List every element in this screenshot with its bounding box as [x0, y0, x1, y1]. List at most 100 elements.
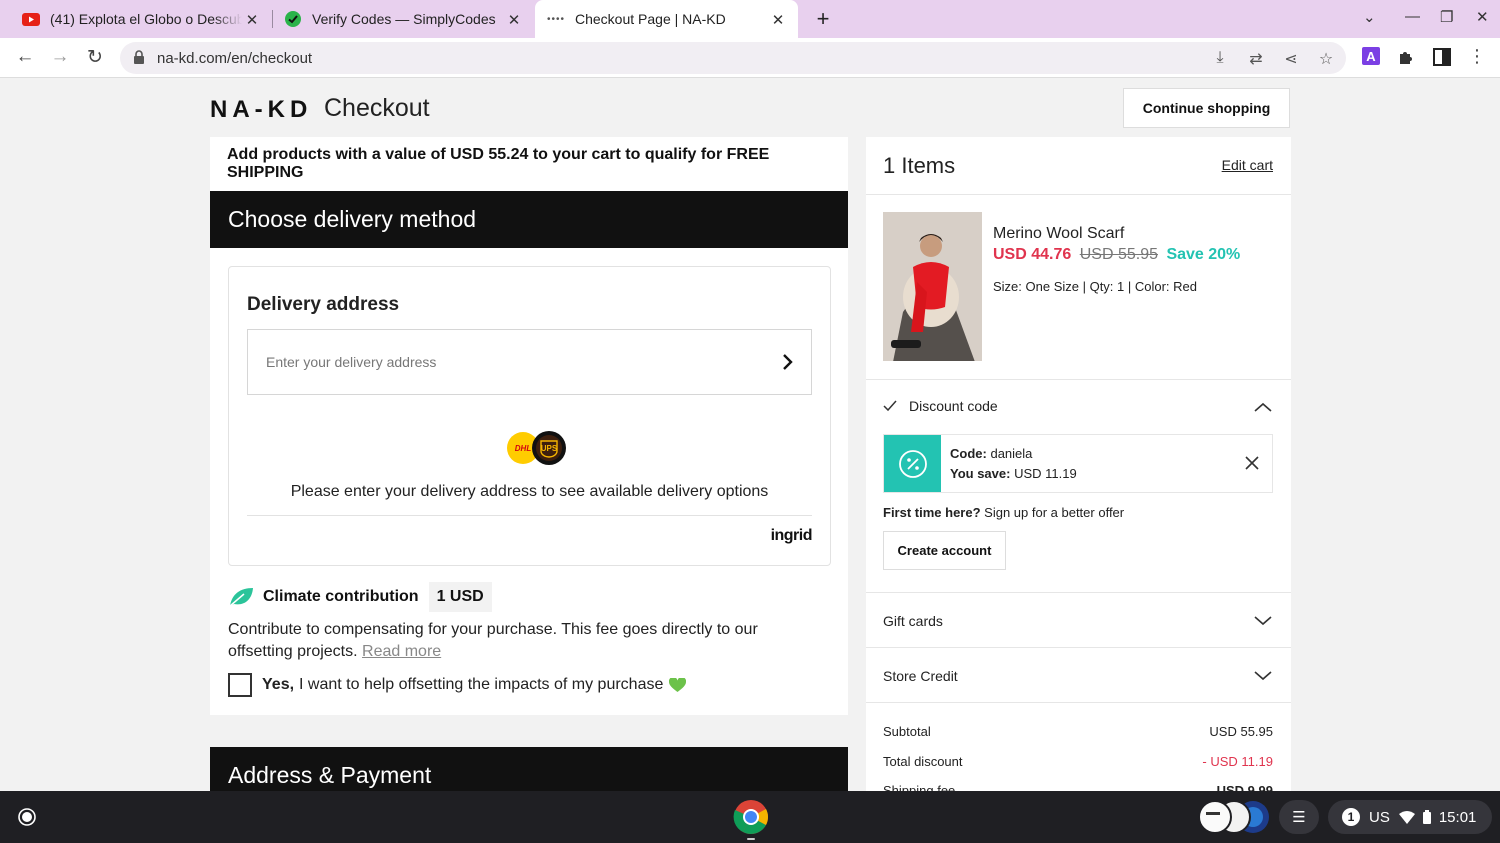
delivery-column: Add products with a value of USD 55.24 t…	[210, 137, 848, 791]
tab-checkout-active[interactable]: •••• Checkout Page | NA-KD ✕	[535, 0, 798, 38]
climate-checkbox[interactable]	[228, 673, 252, 697]
keyboard-layout: US	[1369, 808, 1390, 826]
delivery-method-heading: Choose delivery method	[210, 191, 848, 248]
share-icon[interactable]: ⋖	[1281, 49, 1301, 69]
sale-price: USD 44.76	[993, 246, 1072, 263]
minimize-icon[interactable]: —	[1405, 8, 1420, 25]
running-indicator	[747, 838, 755, 840]
close-icon[interactable]: ✕	[506, 11, 522, 29]
store-credit-accordion[interactable]: Store Credit	[866, 648, 1291, 703]
product-name[interactable]: Merino Wool Scarf	[993, 225, 1124, 243]
edit-cart-link[interactable]: Edit cart	[1222, 157, 1273, 173]
close-icon[interactable]: ✕	[244, 11, 260, 29]
simplycodes-icon	[284, 10, 302, 28]
free-shipping-banner: Add products with a value of USD 55.24 t…	[210, 137, 848, 191]
gift-cards-label: Gift cards	[883, 613, 943, 629]
svg-text:UPS: UPS	[541, 444, 558, 453]
restore-icon[interactable]: ❐	[1440, 8, 1453, 26]
climate-contribution: Climate contribution 1 USD Contribute to…	[228, 581, 828, 697]
clipboard-icon[interactable]: ☰	[1279, 800, 1319, 834]
browser-tab-strip: (41) Explota el Globo o Descubre ✕ Verif…	[0, 0, 1500, 38]
ups-logo-icon: UPS	[532, 431, 566, 465]
page-title: Checkout	[324, 94, 430, 122]
tab-search-icon[interactable]: ⌄	[1363, 8, 1376, 26]
address-bar[interactable]: na-kd.com/en/checkout ⤓ ⇄ ⋖ ☆	[120, 42, 1346, 74]
extensions-puzzle-icon[interactable]	[1397, 47, 1417, 67]
new-tab-icon[interactable]: +	[812, 6, 834, 32]
leaf-icon	[229, 588, 253, 607]
climate-description: Contribute to compensating for your purc…	[228, 621, 758, 660]
nakd-logo[interactable]: NA-KD	[210, 96, 312, 124]
green-heart-icon	[669, 677, 687, 692]
svg-text:DHL: DHL	[515, 444, 532, 453]
url-text: na-kd.com/en/checkout	[157, 50, 313, 67]
forward-icon[interactable]: →	[48, 46, 72, 68]
subtotal-row: Subtotal USD 55.95	[883, 724, 1273, 739]
chrome-icon[interactable]	[733, 799, 769, 835]
cart-item: Merino Wool Scarf USD 44.76 USD 55.95 Sa…	[866, 195, 1291, 380]
total-discount-row: Total discount - USD 11.19	[883, 754, 1273, 769]
read-more-link[interactable]: Read more	[362, 643, 441, 660]
carrier-logos: DHL UPS	[507, 431, 566, 465]
tab-title: (41) Explota el Globo o Descubre	[50, 11, 242, 27]
address-placeholder: Enter your delivery address	[266, 354, 437, 370]
cart-summary: 1 Items Edit cart Merino Wool Scarf USD …	[866, 137, 1291, 791]
back-icon[interactable]: ←	[13, 46, 37, 68]
chevron-up-icon[interactable]	[1254, 402, 1272, 412]
signup-prompt: First time here? Sign up for a better of…	[883, 505, 1125, 520]
tab-title: Checkout Page | NA-KD	[575, 11, 726, 27]
discount-section: Discount code Code: daniela You save: US…	[866, 380, 1291, 593]
product-price: USD 44.76 USD 55.95 Save 20%	[993, 246, 1240, 264]
wifi-icon	[1398, 810, 1415, 824]
youtube-icon	[22, 10, 40, 28]
create-account-button[interactable]: Create account	[883, 531, 1006, 570]
store-credit-label: Store Credit	[883, 668, 958, 684]
discount-code-toggle[interactable]: Discount code	[883, 398, 998, 414]
applied-code: Code: daniela You save: USD 11.19	[883, 434, 1273, 493]
launcher-icon[interactable]	[17, 807, 37, 827]
savings-value: USD 11.19	[1014, 466, 1077, 481]
account-avatars[interactable]	[1198, 800, 1270, 834]
savings-line: You save: USD 11.19	[950, 466, 1077, 481]
chevron-down-icon	[1254, 616, 1272, 626]
chevron-down-icon	[1254, 671, 1272, 681]
climate-consent[interactable]: Yes, I want to help offsetting the impac…	[228, 673, 828, 697]
code-line: Code: daniela	[950, 446, 1033, 461]
window-close-icon[interactable]: ✕	[1476, 8, 1489, 26]
install-icon[interactable]: ⤓	[1210, 49, 1230, 67]
tab-title: Verify Codes — SimplyCodes	[312, 11, 496, 27]
delivery-panel: Delivery address Enter your delivery add…	[210, 248, 848, 715]
gift-cards-accordion[interactable]: Gift cards	[866, 593, 1291, 648]
checkmark-icon	[883, 400, 897, 412]
tab-youtube[interactable]: (41) Explota el Globo o Descubre ✕	[0, 0, 272, 38]
remove-code-icon[interactable]	[1244, 455, 1260, 471]
continue-shopping-button[interactable]: Continue shopping	[1123, 88, 1290, 128]
side-panel-icon[interactable]	[1432, 47, 1452, 67]
discount-code-label: Discount code	[909, 398, 998, 414]
system-tray[interactable]: 1 US 15:01	[1328, 800, 1492, 834]
cart-item-count: 1 Items	[883, 153, 956, 178]
svg-text:A: A	[1366, 49, 1376, 64]
os-shelf: ☰ 1 US 15:01	[0, 791, 1500, 843]
more-menu-icon[interactable]: ⋮	[1465, 46, 1489, 67]
product-image[interactable]	[883, 212, 982, 361]
checkout-page: NA-KD Checkout Continue shopping Add pro…	[0, 79, 1500, 791]
close-icon[interactable]: ✕	[770, 11, 786, 29]
cart-header: 1 Items Edit cart	[866, 137, 1291, 195]
product-details: Size: One Size | Qty: 1 | Color: Red	[993, 279, 1198, 294]
ingrid-logo: ingrid	[770, 527, 813, 544]
extension-a-icon[interactable]: A	[1362, 47, 1382, 67]
tab-simplycodes[interactable]: Verify Codes — SimplyCodes ✕	[272, 0, 534, 38]
consent-text: I want to help offsetting the impacts of…	[299, 676, 664, 693]
clock: 15:01	[1438, 808, 1477, 826]
bookmark-star-icon[interactable]: ☆	[1316, 49, 1336, 69]
reload-icon[interactable]: ↻	[83, 46, 107, 69]
percent-icon	[884, 435, 941, 492]
delivery-address-input[interactable]: Enter your delivery address	[247, 329, 812, 395]
delivery-options-message: Please enter your delivery address to se…	[290, 483, 769, 500]
notification-badge: 1	[1342, 808, 1360, 826]
order-totals: Subtotal USD 55.95 Total discount - USD 11…	[866, 703, 1291, 791]
translate-icon[interactable]: ⇄	[1246, 49, 1266, 69]
save-percent: Save 20%	[1166, 246, 1241, 263]
code-value: daniela	[990, 446, 1033, 461]
